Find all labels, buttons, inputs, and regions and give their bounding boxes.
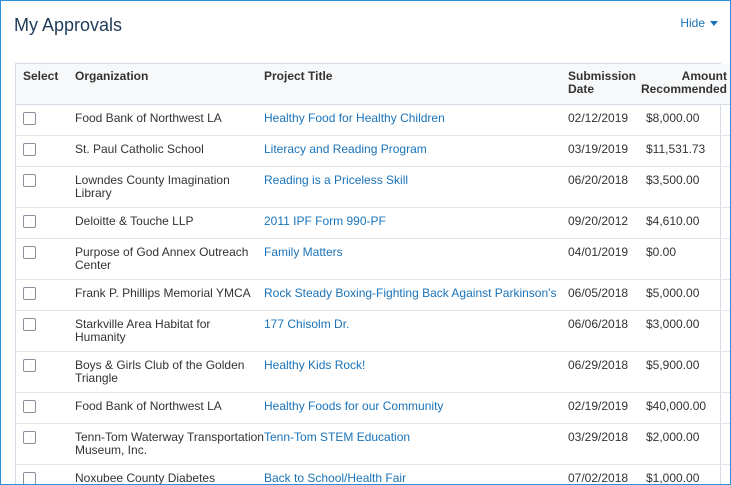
submission-date-cell: 06/20/2018 (568, 166, 638, 208)
project-title-link[interactable]: Reading is a Priceless Skill (264, 173, 408, 187)
submission-date-cell: 09/20/2012 (568, 207, 638, 239)
row-select-checkbox[interactable] (23, 400, 36, 413)
column-header-amount-recommended[interactable]: Amount Recommended (638, 64, 730, 105)
row-select-checkbox[interactable] (23, 431, 36, 444)
table-row: Purpose of God Annex Outreach Center Fam… (16, 238, 730, 280)
project-title-link[interactable]: Family Matters (264, 245, 343, 259)
project-title-link[interactable]: Back to School/Health Fair (264, 471, 406, 485)
approvals-table: Select Organization Project Title Submis… (16, 64, 730, 485)
page-title: My Approvals (14, 15, 123, 35)
row-select-checkbox[interactable] (23, 359, 36, 372)
table-row: Tenn-Tom Waterway Transportation Museum,… (16, 423, 730, 465)
organization-cell: Food Bank of Northwest LA (75, 392, 264, 424)
organization-cell: St. Paul Catholic School (75, 135, 264, 167)
submission-date-cell: 04/01/2019 (568, 238, 638, 280)
row-select-checkbox[interactable] (23, 215, 36, 228)
column-header-project-title[interactable]: Project Title (264, 64, 568, 105)
table-header-row: Select Organization Project Title Submis… (16, 64, 730, 105)
organization-cell: Boys & Girls Club of the Golden Triangle (75, 351, 264, 393)
amount-cell: $0.00 (638, 238, 730, 280)
hide-toggle-button[interactable]: Hide (680, 16, 718, 30)
row-select-checkbox[interactable] (23, 472, 36, 484)
submission-date-cell: 06/29/2018 (568, 351, 638, 393)
project-title-link[interactable]: 2011 IPF Form 990-PF (264, 214, 386, 228)
amount-cell: $8,000.00 (638, 104, 730, 136)
table-row: Noxubee County Diabetes Coalition Back t… (16, 464, 730, 485)
amount-cell: $5,900.00 (638, 351, 730, 393)
project-title-link[interactable]: Literacy and Reading Program (264, 142, 427, 156)
submission-date-cell: 03/29/2018 (568, 423, 638, 465)
submission-date-cell: 07/02/2018 (568, 464, 638, 484)
organization-cell: Noxubee County Diabetes Coalition (75, 464, 264, 484)
column-header-select: Select (16, 64, 75, 105)
organization-cell: Tenn-Tom Waterway Transportation Museum,… (75, 423, 264, 465)
organization-cell: Food Bank of Northwest LA (75, 104, 264, 136)
approvals-panel: My Approvals Hide Select Organization Pr… (0, 0, 731, 485)
project-title-link[interactable]: Healthy Kids Rock! (264, 358, 365, 372)
caret-down-icon (710, 20, 718, 26)
row-select-checkbox[interactable] (23, 112, 36, 125)
project-title-link[interactable]: Healthy Foods for our Community (264, 399, 443, 413)
submission-date-cell: 03/19/2019 (568, 135, 638, 167)
amount-cell: $5,000.00 (638, 279, 730, 311)
organization-cell: Starkville Area Habitat for Humanity (75, 310, 264, 352)
project-title-link[interactable]: Tenn-Tom STEM Education (264, 430, 410, 444)
project-title-link[interactable]: Healthy Food for Healthy Children (264, 111, 445, 125)
row-select-checkbox[interactable] (23, 174, 36, 187)
organization-cell: Lowndes County Imagination Library (75, 166, 264, 208)
project-title-link[interactable]: Rock Steady Boxing-Fighting Back Against… (264, 286, 556, 300)
row-select-checkbox[interactable] (23, 318, 36, 331)
approvals-table-container: Select Organization Project Title Submis… (15, 63, 730, 484)
column-header-submission-date[interactable]: Submission Date (568, 64, 638, 105)
table-row: Deloitte & Touche LLP 2011 IPF Form 990-… (16, 207, 730, 239)
table-row: Frank P. Phillips Memorial YMCA Rock Ste… (16, 279, 730, 311)
row-select-checkbox[interactable] (23, 143, 36, 156)
submission-date-cell: 02/19/2019 (568, 392, 638, 424)
amount-cell: $3,000.00 (638, 310, 730, 352)
organization-cell: Frank P. Phillips Memorial YMCA (75, 279, 264, 311)
amount-cell: $11,531.73 (638, 135, 730, 167)
submission-date-cell: 06/06/2018 (568, 310, 638, 352)
submission-date-cell: 06/05/2018 (568, 279, 638, 311)
amount-cell: $2,000.00 (638, 423, 730, 465)
table-row: Lowndes County Imagination Library Readi… (16, 166, 730, 208)
amount-cell: $40,000.00 (638, 392, 730, 424)
row-select-checkbox[interactable] (23, 287, 36, 300)
amount-cell: $3,500.00 (638, 166, 730, 208)
amount-cell: $4,610.00 (638, 207, 730, 239)
table-row: Starkville Area Habitat for Humanity 177… (16, 310, 730, 352)
submission-date-cell: 02/12/2019 (568, 104, 638, 136)
hide-label: Hide (680, 16, 705, 30)
column-header-organization[interactable]: Organization (75, 64, 264, 105)
row-select-checkbox[interactable] (23, 246, 36, 259)
organization-cell: Deloitte & Touche LLP (75, 207, 264, 239)
organization-cell: Purpose of God Annex Outreach Center (75, 238, 264, 280)
table-row: Food Bank of Northwest LA Healthy Foods … (16, 392, 730, 424)
project-title-link[interactable]: 177 Chisolm Dr. (264, 317, 349, 331)
table-row: Food Bank of Northwest LA Healthy Food f… (16, 104, 730, 136)
table-row: St. Paul Catholic School Literacy and Re… (16, 135, 730, 167)
table-row: Boys & Girls Club of the Golden Triangle… (16, 351, 730, 393)
amount-cell: $1,000.00 (638, 464, 730, 484)
